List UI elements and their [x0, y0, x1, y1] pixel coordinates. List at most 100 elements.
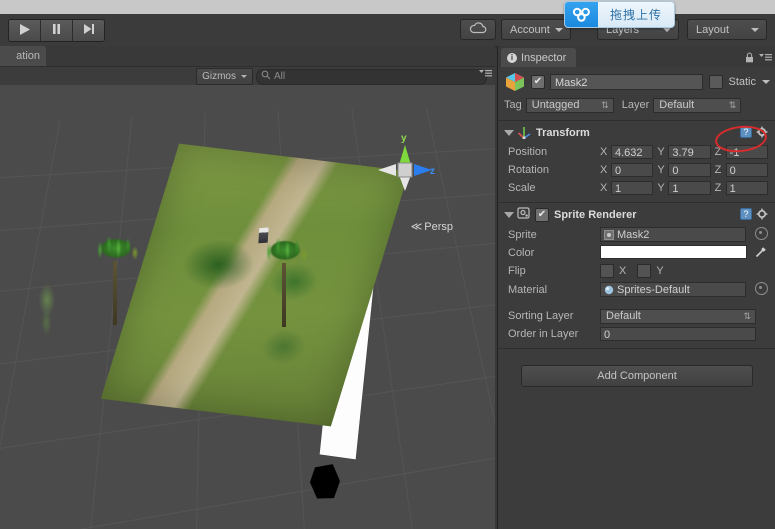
- layout-label: Layout: [696, 23, 730, 36]
- persp-text: Persp: [424, 221, 453, 233]
- sprite-renderer-icon: [517, 207, 531, 223]
- sprite-picker-icon[interactable]: [755, 227, 768, 240]
- color-label: Color: [508, 247, 535, 259]
- unity-editor-window: 拖拽上传 Account Layers Layout ation Gizmos …: [0, 0, 775, 529]
- axis-x-label: X: [600, 182, 608, 194]
- help-icon[interactable]: ?: [740, 125, 752, 141]
- color-row: Color: [498, 244, 775, 262]
- material-object-field[interactable]: Sprites-Default: [600, 282, 746, 297]
- eyedropper-icon[interactable]: [755, 245, 768, 261]
- flip-x-label: X: [619, 265, 627, 277]
- position-label: Position: [508, 146, 548, 158]
- sprite-thumbnail-icon: [604, 229, 614, 240]
- sorting-layer-value: Default: [606, 310, 641, 322]
- scene-panel-menu-icon[interactable]: [479, 69, 492, 81]
- scene-tree-center: [260, 233, 310, 327]
- help-icon[interactable]: ?: [740, 207, 752, 223]
- inspector-menu-icon[interactable]: [759, 53, 772, 65]
- sprite-object-field[interactable]: Mask2: [600, 227, 746, 242]
- axis-y-label: Y: [657, 182, 665, 194]
- transform-component-header[interactable]: Transform ?: [498, 121, 775, 143]
- chevron-down-icon[interactable]: [762, 80, 770, 84]
- step-button[interactable]: [73, 20, 104, 41]
- rotation-z-input[interactable]: 0: [725, 163, 768, 177]
- gizmos-dropdown[interactable]: Gizmos: [196, 68, 253, 85]
- chevron-down-icon: [555, 27, 563, 32]
- gear-icon[interactable]: [756, 208, 768, 223]
- layer-dropdown[interactable]: Default ⇅: [653, 97, 742, 113]
- account-dropdown[interactable]: Account: [501, 19, 571, 40]
- transform-rotation-row: Rotation X0 Y0 Z0: [498, 161, 775, 179]
- layer-value: Default: [659, 99, 695, 111]
- color-swatch-field[interactable]: [600, 245, 747, 259]
- static-toggle-group[interactable]: Static: [709, 75, 770, 89]
- foldout-icon[interactable]: [504, 212, 514, 218]
- material-label: Material: [508, 283, 548, 296]
- svg-text:?: ?: [743, 127, 748, 137]
- position-x-input[interactable]: 4.632: [611, 145, 654, 159]
- add-component-button[interactable]: Add Component: [521, 365, 753, 387]
- tab-inspector[interactable]: i Inspector: [501, 48, 577, 67]
- layout-dropdown[interactable]: Layout: [687, 19, 767, 40]
- pause-button[interactable]: [41, 20, 73, 41]
- flip-x-checkbox[interactable]: [600, 264, 614, 278]
- step-icon: [82, 23, 95, 38]
- sprite-renderer-component-header[interactable]: ✔ Sprite Renderer ?: [498, 203, 775, 225]
- sorting-layer-dropdown[interactable]: Default ⇅: [600, 308, 756, 324]
- scene-search-input[interactable]: All: [256, 68, 487, 85]
- gameobject-name-input[interactable]: Mask2: [550, 74, 704, 90]
- gameobject-enabled-checkbox[interactable]: ✔: [531, 75, 545, 89]
- static-checkbox[interactable]: [709, 75, 724, 89]
- inspector-tab-row: i Inspector: [498, 46, 775, 67]
- svg-text:z: z: [430, 166, 435, 177]
- order-in-layer-label: Order in Layer: [508, 328, 579, 340]
- position-z-input[interactable]: -1: [725, 145, 768, 159]
- baidu-upload-tooltip[interactable]: 拖拽上传: [564, 1, 675, 28]
- tab-animation[interactable]: ation: [0, 46, 46, 66]
- updown-icon: ⇅: [743, 310, 751, 321]
- tag-label: Tag: [504, 99, 522, 111]
- chevron-down-icon: [241, 75, 247, 78]
- scene-view-panel: ation Gizmos All y z ≪ Persp: [0, 46, 495, 529]
- rotation-x-input[interactable]: 0: [611, 163, 654, 177]
- sorting-layer-row: Sorting Layer Default ⇅: [498, 307, 775, 325]
- order-in-layer-row: Order in Layer 0: [498, 325, 775, 343]
- add-component-area: Add Component: [498, 365, 775, 387]
- foldout-icon[interactable]: [504, 130, 514, 136]
- rotation-y-input[interactable]: 0: [668, 163, 711, 177]
- gameobject-icon: [504, 71, 526, 93]
- order-in-layer-input[interactable]: 0: [600, 327, 756, 341]
- scale-z-input[interactable]: 1: [725, 181, 768, 195]
- flip-label: Flip: [508, 265, 526, 277]
- scene-viewport[interactable]: y z ≪ Persp: [0, 85, 495, 529]
- tag-layer-row: Tag Untagged ⇅ Layer Default ⇅: [498, 93, 775, 115]
- scale-x-input[interactable]: 1: [611, 181, 654, 195]
- cloud-services-button[interactable]: [460, 19, 496, 40]
- scale-y-input[interactable]: 1: [668, 181, 711, 195]
- scene-orientation-gizmo[interactable]: y z: [370, 131, 440, 206]
- sprite-renderer-enabled-checkbox[interactable]: ✔: [535, 208, 549, 222]
- position-y-input[interactable]: 3.79: [668, 145, 711, 159]
- svg-text:y: y: [401, 133, 407, 144]
- axis-z-label: Z: [714, 146, 722, 158]
- gear-icon[interactable]: [756, 126, 768, 141]
- flip-y-label: Y: [656, 265, 664, 277]
- play-button[interactable]: [9, 20, 41, 41]
- axis-y-label: Y: [657, 164, 665, 176]
- lock-icon[interactable]: [745, 52, 754, 66]
- material-picker-icon[interactable]: [755, 282, 768, 295]
- scene-view-toolbar: Gizmos All: [0, 66, 495, 87]
- axis-x-label: X: [600, 164, 608, 176]
- tag-dropdown[interactable]: Untagged ⇅: [525, 97, 614, 113]
- scene-projection-label[interactable]: ≪ Persp: [411, 220, 453, 233]
- scale-label: Scale: [508, 182, 536, 194]
- flip-y-checkbox[interactable]: [637, 264, 652, 278]
- scene-tree-far: [34, 279, 60, 349]
- updown-icon: ⇅: [728, 99, 737, 110]
- persp-arrow-icon: ≪: [410, 221, 423, 233]
- account-label: Account: [510, 23, 550, 36]
- layer-label: Layer: [621, 99, 650, 111]
- gizmos-label: Gizmos: [202, 71, 236, 82]
- baidu-cloud-icon: [565, 2, 598, 27]
